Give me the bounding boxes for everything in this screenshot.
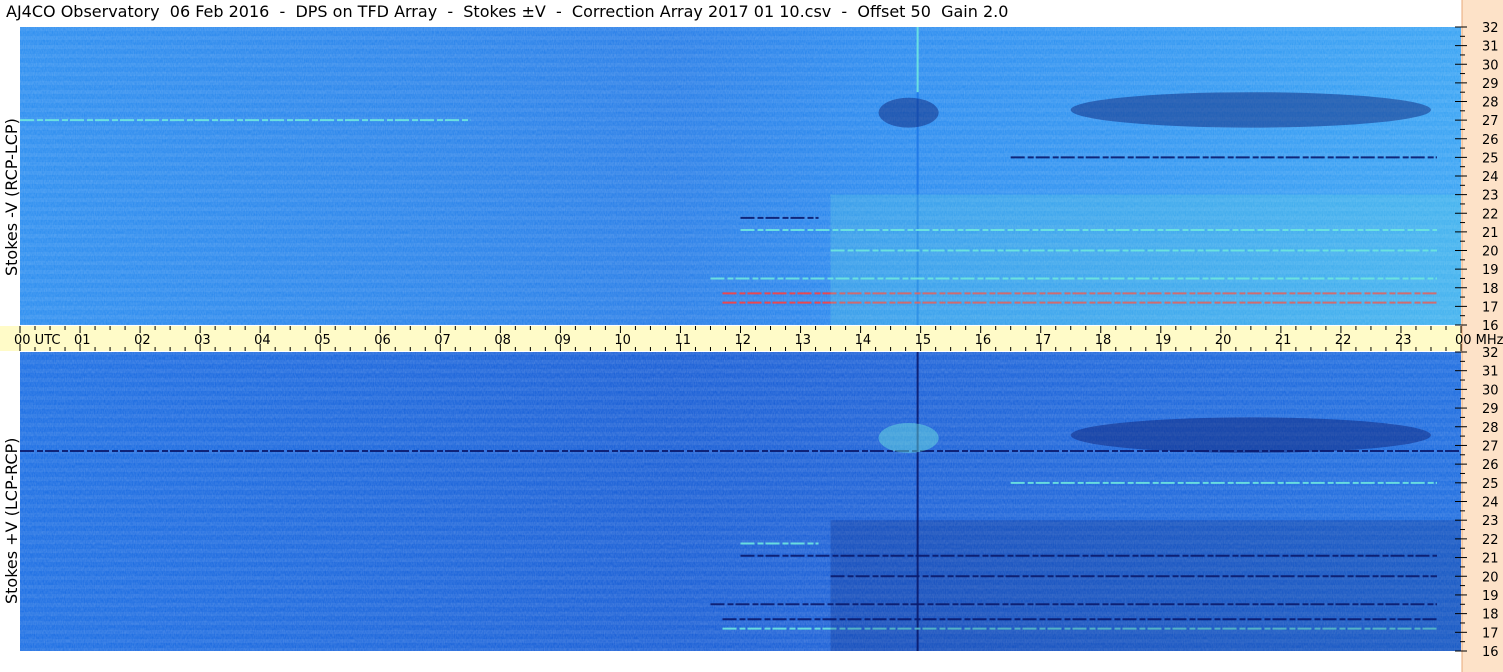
panel-bottom-ytick-label-23: 23 — [1482, 514, 1499, 529]
xtick-label-24: 00 MHz — [1455, 333, 1503, 348]
panel-bottom-ytick-label-25: 25 — [1482, 477, 1499, 492]
xtick-label-21: 21 — [1275, 333, 1292, 348]
xtick-label-9: 09 — [554, 333, 571, 348]
panel-top-ytick-label-17: 17 — [1482, 300, 1499, 315]
xtick-label-6: 06 — [374, 333, 391, 348]
panel-bottom-ytick-label-26: 26 — [1482, 458, 1499, 473]
panel-top-region-12 — [830, 194, 1461, 325]
panel-top-ytick-label-22: 22 — [1482, 207, 1499, 222]
xtick-label-0: 00 UTC — [14, 333, 60, 348]
xtick-label-8: 08 — [494, 333, 511, 348]
panel-top-ytick-label-32: 32 — [1482, 21, 1499, 36]
spectrogram-svg: 16 17 18 19 20 21 22 23 24 25 26 27 28 29 30 31 32 16 17 18… — [0, 0, 1503, 672]
xtick-label-16: 16 — [975, 333, 992, 348]
panel-bottom-patch-11 — [1070, 417, 1431, 453]
xtick-label-14: 14 — [855, 333, 872, 348]
panel-bottom-ytick-label-20: 20 — [1482, 570, 1499, 585]
xtick-label-20: 20 — [1215, 333, 1232, 348]
panel-bottom-ytick-label-18: 18 — [1482, 608, 1499, 623]
panel-top-patch-10 — [878, 97, 939, 128]
panel-bottom-region-12 — [830, 520, 1461, 651]
panel-top-ytick-label-29: 29 — [1482, 77, 1499, 92]
panel-bottom-ytick-label-28: 28 — [1482, 421, 1499, 436]
xtick-label-7: 07 — [434, 333, 451, 348]
xtick-label-3: 03 — [194, 333, 211, 348]
xtick-label-19: 19 — [1155, 333, 1172, 348]
time-axis-band — [0, 326, 1462, 351]
xtick-label-22: 22 — [1335, 333, 1352, 348]
panel-top-ytick-label-28: 28 — [1482, 96, 1499, 111]
panel-bottom-patch-10 — [878, 423, 939, 453]
panel-top-ytick-label-26: 26 — [1482, 133, 1499, 148]
panel-bottom-ytick-label-24: 24 — [1482, 496, 1499, 511]
panel-top-patch-11 — [1070, 92, 1431, 128]
xtick-label-15: 15 — [915, 333, 932, 348]
xtick-label-17: 17 — [1035, 333, 1052, 348]
xtick-label-4: 04 — [254, 333, 271, 348]
panel-top-ytick-label-19: 19 — [1482, 263, 1499, 278]
panel-bottom-ytick-label-30: 30 — [1482, 383, 1499, 398]
xtick-label-5: 05 — [314, 333, 331, 348]
xtick-label-13: 13 — [795, 333, 812, 348]
panel-top-ytick-label-20: 20 — [1482, 245, 1499, 260]
panel-bottom-ytick-label-21: 21 — [1482, 552, 1499, 567]
panel-bottom-ytick-label-22: 22 — [1482, 533, 1499, 548]
panel-top-ytick-label-25: 25 — [1482, 151, 1499, 166]
xtick-label-2: 02 — [134, 333, 151, 348]
spectrogram-figure: AJ4CO Observatory 06 Feb 2016 - DPS on T… — [0, 0, 1503, 672]
panel-bottom-ytick-label-19: 19 — [1482, 589, 1499, 604]
panel-top-ytick-label-18: 18 — [1482, 282, 1499, 297]
panel-top-ytick-label-31: 31 — [1482, 40, 1499, 55]
panel-top-ytick-label-23: 23 — [1482, 189, 1499, 204]
xtick-label-23: 23 — [1395, 333, 1412, 348]
panel-bottom-ytick-label-29: 29 — [1482, 402, 1499, 417]
xtick-label-12: 12 — [735, 333, 752, 348]
xtick-label-11: 11 — [674, 333, 691, 348]
panel-top-ytick-label-27: 27 — [1482, 114, 1499, 129]
panel-top-ytick-label-16: 16 — [1482, 319, 1499, 334]
xtick-label-10: 10 — [614, 333, 631, 348]
panel-bottom-ytick-label-32: 32 — [1482, 346, 1499, 361]
xtick-label-18: 18 — [1095, 333, 1112, 348]
panel-bottom-ytick-label-27: 27 — [1482, 439, 1499, 454]
panel-top-ytick-label-21: 21 — [1482, 226, 1499, 241]
panel-bottom-ytick-label-16: 16 — [1482, 645, 1499, 660]
panel-top-ytick-label-30: 30 — [1482, 58, 1499, 73]
panel-top-ytick-label-24: 24 — [1482, 170, 1499, 185]
panel-bottom-ytick-label-31: 31 — [1482, 365, 1499, 380]
panel-bottom-ytick-label-17: 17 — [1482, 626, 1499, 641]
xtick-label-1: 01 — [74, 333, 91, 348]
